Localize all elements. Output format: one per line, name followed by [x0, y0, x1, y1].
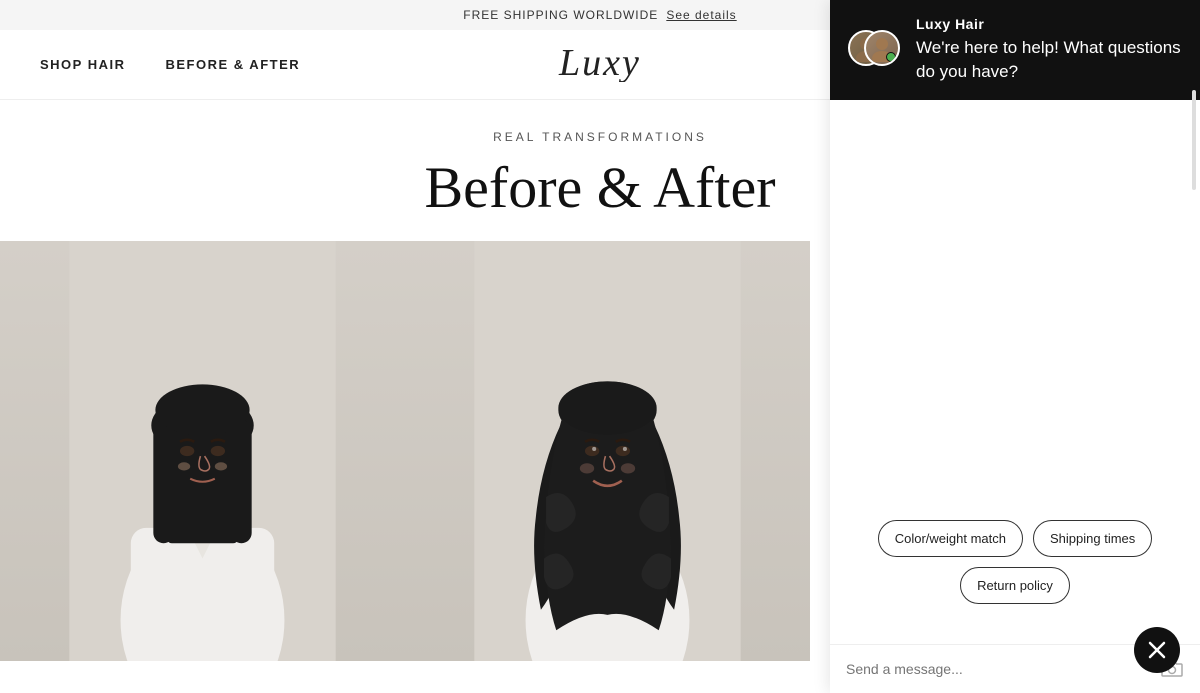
chat-header: Luxy Hair We're here to help! What quest…: [830, 0, 1200, 100]
see-details-link[interactable]: See details: [666, 8, 736, 22]
nav-item-shop-hair[interactable]: SHOP HAIR: [40, 57, 126, 72]
chat-header-text: Luxy Hair We're here to help! What quest…: [916, 16, 1182, 84]
chat-scrollbar[interactable]: [1192, 90, 1196, 190]
close-chat-button[interactable]: [1134, 627, 1180, 673]
before-panel: [0, 241, 405, 661]
chat-greeting: We're here to help! What questions do yo…: [916, 36, 1182, 84]
chat-brand-name: Luxy Hair: [916, 16, 1182, 32]
chat-avatars: [848, 30, 902, 70]
after-person-image: [405, 241, 810, 661]
nav-logo[interactable]: Luxy: [554, 37, 654, 92]
after-panel: [405, 241, 810, 661]
nav-left: SHOP HAIR BEFORE & AFTER: [40, 57, 300, 72]
chat-quick-replies: Color/weight match Shipping times Return…: [846, 520, 1184, 604]
before-person-image: [0, 241, 405, 661]
before-after-section: [0, 241, 810, 661]
announcement-text: FREE SHIPPING WORLDWIDE: [463, 8, 658, 22]
quick-reply-color-weight[interactable]: Color/weight match: [878, 520, 1023, 557]
quick-reply-return-policy[interactable]: Return policy: [960, 567, 1070, 604]
luxy-logo-svg: Luxy: [554, 37, 654, 82]
chat-body: Color/weight match Shipping times Return…: [830, 100, 1200, 644]
chat-message-input[interactable]: [846, 661, 1150, 677]
chat-widget: Luxy Hair We're here to help! What quest…: [830, 0, 1200, 693]
online-indicator: [886, 52, 896, 62]
nav-item-before-after[interactable]: BEFORE & AFTER: [166, 57, 301, 72]
chat-avatar-2: [864, 30, 900, 66]
svg-text:Luxy: Luxy: [558, 42, 641, 82]
quick-reply-shipping-times[interactable]: Shipping times: [1033, 520, 1152, 557]
close-icon: [1148, 641, 1166, 659]
